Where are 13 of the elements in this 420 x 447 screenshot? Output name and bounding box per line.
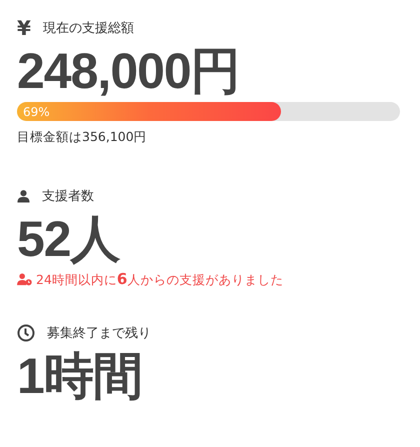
stat-value: 52人 bbox=[17, 210, 122, 268]
section-label: 現在の支援総額 bbox=[43, 20, 134, 37]
yen-icon: ¥ bbox=[17, 16, 31, 40]
stat-value: 248,000円 bbox=[17, 42, 241, 100]
clock-icon bbox=[17, 324, 35, 342]
recent-supporters-note: 24時間以内に6人からの支援がありました bbox=[36, 270, 284, 289]
section-label: 募集終了まで残り bbox=[47, 325, 151, 342]
person-clock-icon bbox=[17, 273, 32, 286]
stat-value: 1時間 bbox=[17, 347, 143, 405]
progress-percent: 69% bbox=[23, 104, 50, 118]
section-label: 支援者数 bbox=[42, 188, 94, 205]
person-icon bbox=[17, 189, 30, 203]
goal-text: 目標金額は356,100円 bbox=[17, 129, 148, 146]
